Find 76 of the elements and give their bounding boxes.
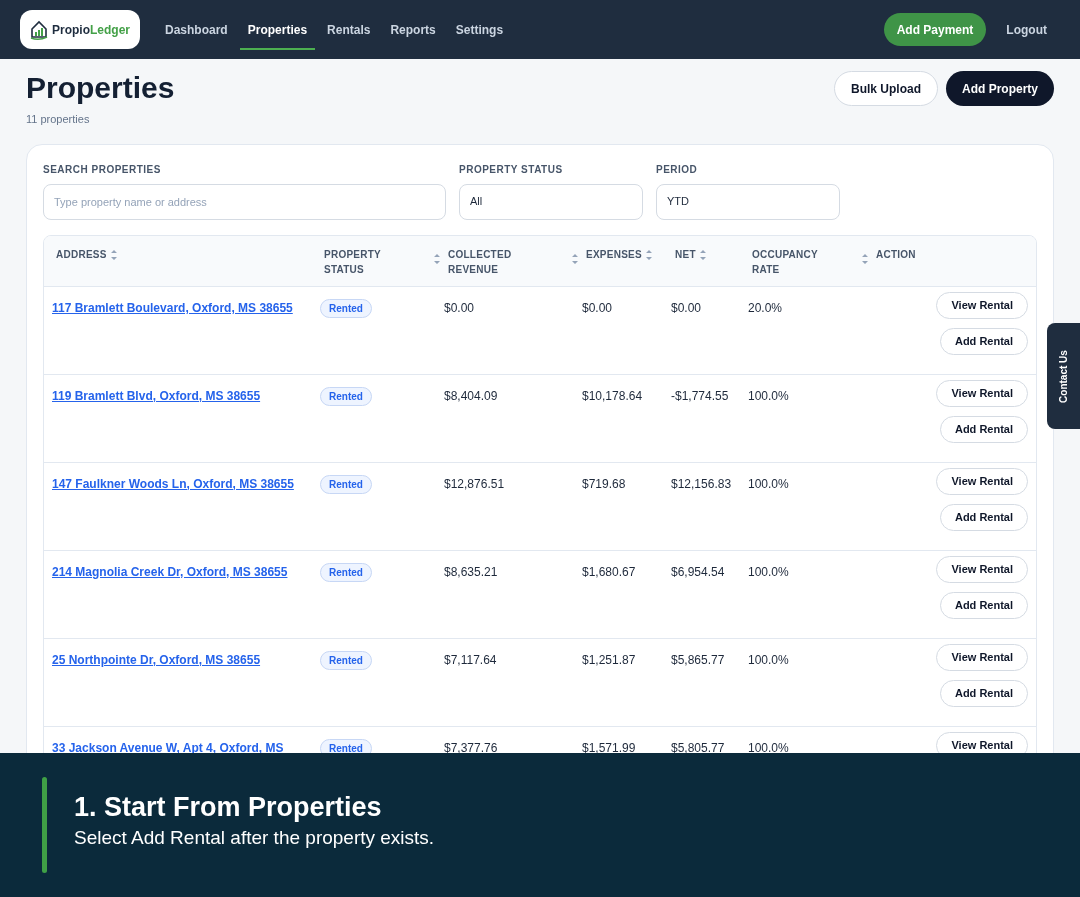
add-rental-button[interactable]: Add Rental: [939, 591, 1028, 619]
view-rental-button[interactable]: View Rental: [936, 643, 1028, 671]
add-rental-button[interactable]: Add Rental: [939, 327, 1028, 355]
column-header[interactable]: PROPERTY STATUS: [324, 246, 394, 277]
revenue-cell: $0.00: [444, 300, 475, 315]
address-link[interactable]: 119 Bramlett Blvd, Oxford, MS 38655: [52, 388, 261, 403]
status-badge: Rented: [320, 650, 372, 670]
select-field[interactable]: YTD: [656, 183, 840, 220]
occupancy-cell: 20.0%: [748, 300, 783, 315]
column-header[interactable]: OCCUPANCY RATE: [752, 246, 822, 277]
status-badge: Rented: [320, 386, 372, 406]
occupancy-cell: 100.0%: [748, 564, 789, 579]
revenue-cell: $8,635.21: [444, 564, 498, 579]
property-count: 11 properties: [26, 112, 91, 127]
page-title: Properties: [26, 71, 175, 105]
expenses-cell: $1,251.87: [582, 652, 636, 667]
column-header[interactable]: COLLECTED REVENUE: [448, 246, 518, 277]
filter-label: PROPERTY STATUS: [459, 162, 564, 177]
net-cell: $0.00: [671, 300, 702, 315]
view-rental-button[interactable]: View Rental: [936, 731, 1028, 753]
logo-text: PropioLedger: [52, 21, 130, 39]
add-rental-button[interactable]: Add Rental: [939, 415, 1028, 443]
revenue-cell: $7,377.76: [444, 740, 498, 753]
status-badge: Rented: [320, 562, 372, 582]
house-chart-icon: [30, 19, 48, 40]
status-badge: Rented: [320, 298, 372, 318]
address-link[interactable]: 117 Bramlett Boulevard, Oxford, MS 38655: [52, 300, 293, 315]
view-rental-button[interactable]: View Rental: [936, 291, 1028, 319]
nav-tab[interactable]: Properties: [239, 9, 316, 50]
expenses-cell: $10,178.64: [582, 388, 643, 403]
address-link[interactable]: 147 Faulkner Woods Ln, Oxford, MS 38655: [52, 476, 294, 491]
net-cell: $5,805.77: [671, 740, 725, 753]
occupancy-cell: 100.0%: [748, 388, 789, 403]
net-cell: $6,954.54: [671, 564, 725, 579]
status-badge: Rented: [320, 738, 372, 753]
expenses-cell: $0.00: [582, 300, 613, 315]
nav-tab[interactable]: Settings: [447, 9, 512, 50]
contact-us-tab[interactable]: Contact Us: [1047, 323, 1080, 429]
expenses-cell: $1,680.67: [582, 564, 636, 579]
column-header[interactable]: EXPENSES: [586, 246, 642, 262]
expenses-cell: $719.68: [582, 476, 626, 491]
revenue-cell: $12,876.51: [444, 476, 505, 491]
search-field[interactable]: Type property name or address: [43, 183, 446, 220]
caption-title: 1. Start From Properties: [74, 791, 383, 823]
logout-link[interactable]: Logout: [1006, 20, 1047, 39]
filter-label: PERIOD: [656, 162, 699, 177]
view-rental-button[interactable]: View Rental: [936, 467, 1028, 495]
view-rental-button[interactable]: View Rental: [936, 555, 1028, 583]
column-header[interactable]: ACTION: [876, 246, 916, 262]
expenses-cell: $1,571.99: [582, 740, 636, 753]
nav-tab[interactable]: Rentals: [319, 9, 379, 50]
revenue-cell: $8,404.09: [444, 388, 498, 403]
add-property-button[interactable]: Add Property: [946, 71, 1054, 106]
occupancy-cell: 100.0%: [748, 652, 789, 667]
caption-text: Select Add Rental after the property exists.: [74, 826, 435, 850]
revenue-cell: $7,117.64: [444, 652, 497, 667]
add-rental-button[interactable]: Add Rental: [939, 503, 1028, 531]
nav-tab[interactable]: Dashboard: [157, 9, 236, 50]
add-payment-button[interactable]: Add Payment: [883, 13, 987, 46]
view-rental-button[interactable]: View Rental: [936, 379, 1028, 407]
add-rental-button[interactable]: Add Rental: [939, 679, 1028, 707]
net-cell: $5,865.77: [671, 652, 725, 667]
filter-label: SEARCH PROPERTIES: [43, 162, 162, 177]
net-cell: -$1,774.55: [671, 388, 729, 403]
logo[interactable]: PropioLedger: [20, 10, 140, 49]
bulk-upload-button[interactable]: Bulk Upload: [833, 71, 938, 106]
occupancy-cell: 100.0%: [748, 476, 789, 491]
select-field[interactable]: All: [459, 183, 643, 220]
address-link[interactable]: 214 Magnolia Creek Dr, Oxford, MS 38655: [52, 564, 288, 579]
address-link[interactable]: 25 Northpointe Dr, Oxford, MS 38655: [52, 652, 261, 667]
status-badge: Rented: [320, 474, 372, 494]
nav-tab[interactable]: Reports: [382, 9, 444, 50]
net-cell: $12,156.83: [671, 476, 732, 491]
occupancy-cell: 100.0%: [748, 740, 789, 753]
column-header[interactable]: NET: [675, 246, 696, 262]
column-header[interactable]: ADDRESS: [56, 246, 107, 262]
